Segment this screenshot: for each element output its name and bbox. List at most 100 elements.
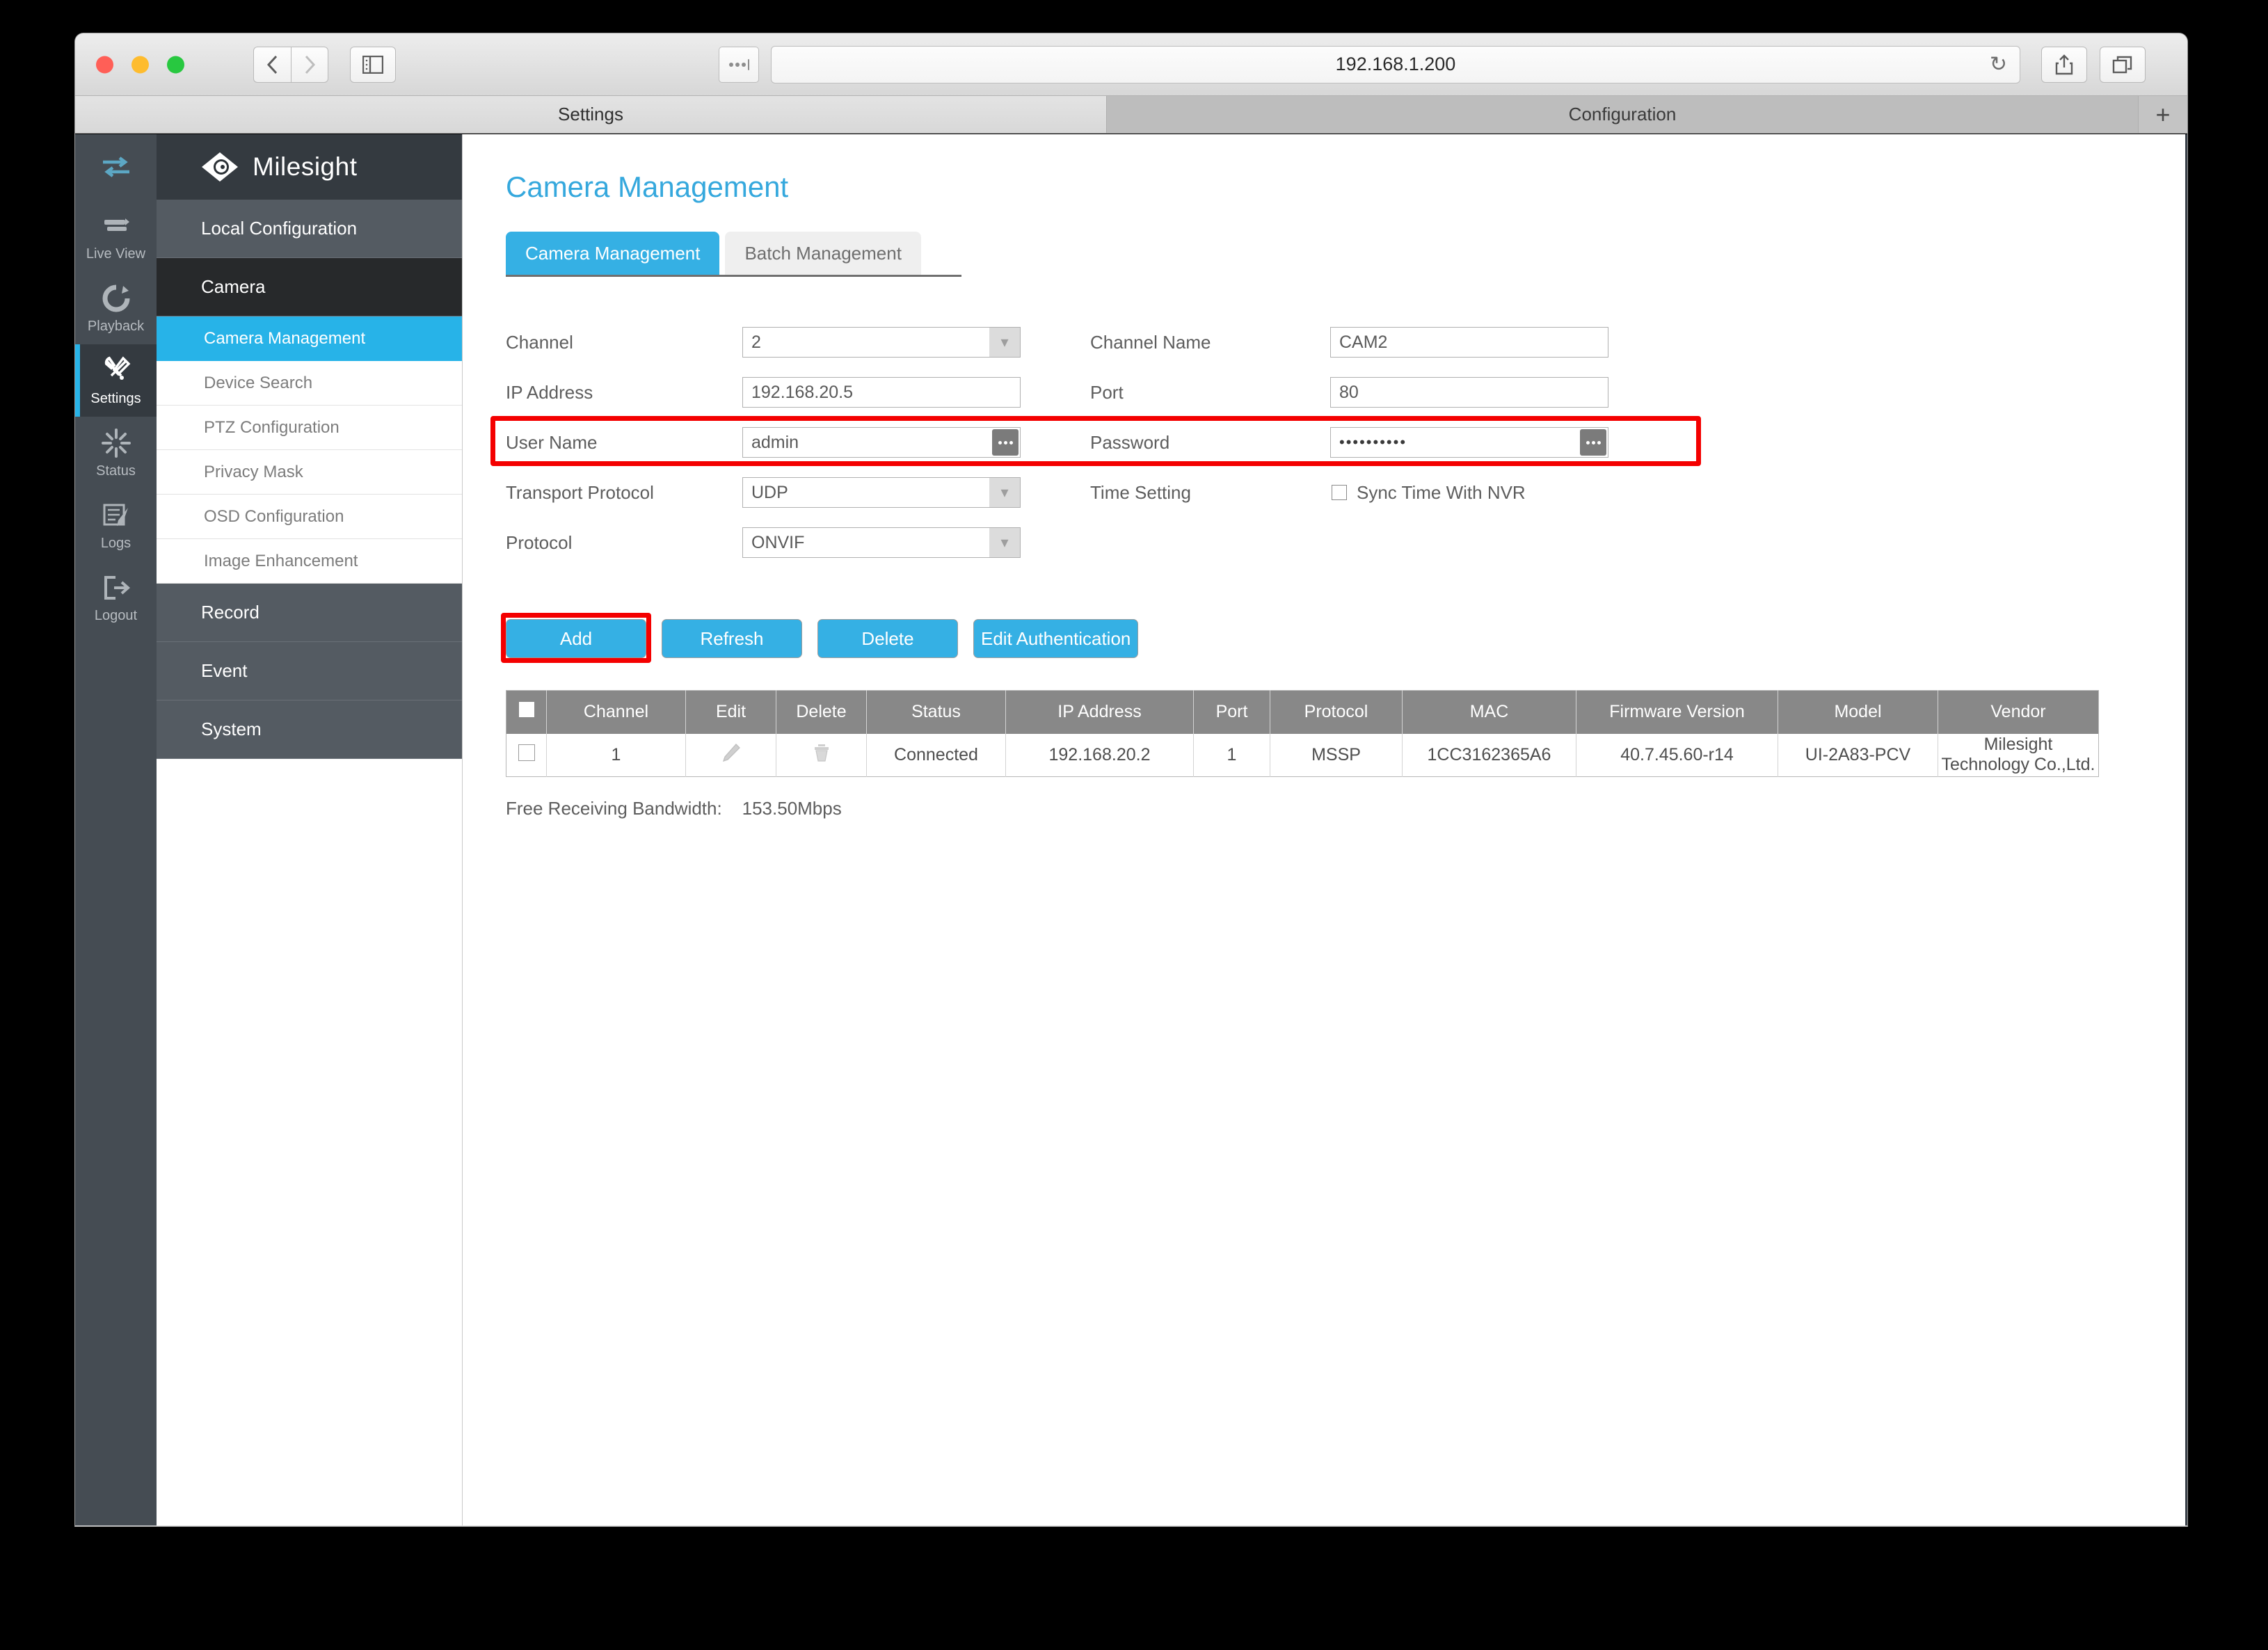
refresh-button[interactable]: Refresh <box>662 619 802 658</box>
protocol-label: Protocol <box>506 532 742 554</box>
add-button[interactable]: Add <box>506 619 646 658</box>
row-select-cell[interactable] <box>506 734 547 777</box>
button-label: Delete <box>861 628 913 650</box>
delete-button[interactable]: Delete <box>817 619 958 658</box>
rail-item-logs[interactable]: Logs <box>75 489 157 561</box>
select-all-checkbox[interactable] <box>519 702 534 717</box>
nav-sidebar: Milesight Local Configuration Camera Cam… <box>157 134 463 1525</box>
transport-protocol-label: Transport Protocol <box>506 482 742 504</box>
new-tab-button[interactable]: + <box>2139 96 2187 133</box>
tab-overview-icon <box>2112 55 2133 74</box>
reload-icon[interactable]: ↻ <box>1990 54 2007 75</box>
sidebar-item-image-enhancement[interactable]: Image Enhancement <box>157 539 462 584</box>
username-value: admin <box>751 433 799 453</box>
channel-name-label: Channel Name <box>1090 332 1330 353</box>
sidebar-item-device-search[interactable]: Device Search <box>157 361 462 406</box>
brand-text: Milesight <box>253 152 358 182</box>
form-row-channel: Channel 2 ▾ Channel Name CAM2 <box>506 317 1723 367</box>
more-options-icon[interactable] <box>1580 429 1606 456</box>
protocol-select[interactable]: ONVIF ▾ <box>742 527 1021 558</box>
tab-camera-management[interactable]: Camera Management <box>506 232 719 275</box>
rail-item-label: Live View <box>86 246 145 262</box>
tab-configuration[interactable]: Configuration <box>1107 96 2139 133</box>
live-view-icon <box>100 210 132 242</box>
edit-authentication-button[interactable]: Edit Authentication <box>973 619 1138 658</box>
button-label: Add <box>560 628 592 650</box>
camera-form: Channel 2 ▾ Channel Name CAM2 <box>506 317 1723 568</box>
rail-item-playback[interactable]: Playback <box>75 272 157 344</box>
url-text: 192.168.1.200 <box>1336 54 1456 75</box>
column-select-all[interactable] <box>506 691 547 734</box>
table-row[interactable]: 1 Connec <box>506 734 2099 777</box>
cell-firmware-version: 40.7.45.60-r14 <box>1576 734 1778 777</box>
rail-item-label: Playback <box>88 319 144 335</box>
password-value: •••••••••• <box>1339 433 1407 451</box>
sidebar-group-event[interactable]: Event <box>157 642 462 700</box>
transport-protocol-select[interactable]: UDP ▾ <box>742 477 1021 508</box>
sidebar-group-system[interactable]: System <box>157 700 462 759</box>
chevron-right-icon <box>303 54 317 76</box>
plus-icon: + <box>2155 102 2170 127</box>
sync-time-checkbox-row[interactable]: Sync Time With NVR <box>1330 482 1526 504</box>
rail-item-settings[interactable]: Settings <box>75 344 157 417</box>
sidebar-toggle-button[interactable] <box>350 47 396 83</box>
reader-view-button[interactable] <box>719 47 759 83</box>
channel-name-input[interactable]: CAM2 <box>1330 327 1608 358</box>
sidebar-item-label: Image Enhancement <box>204 552 358 571</box>
tab-settings[interactable]: Settings <box>75 96 1107 133</box>
sidebar-group-local-configuration[interactable]: Local Configuration <box>157 200 462 258</box>
cell-delete[interactable] <box>776 734 867 777</box>
password-input[interactable]: •••••••••• <box>1330 427 1608 458</box>
content-tabs: Camera Management Batch Management <box>506 232 961 277</box>
cell-edit[interactable] <box>686 734 776 777</box>
minimize-window-button[interactable] <box>131 56 149 73</box>
port-input[interactable]: 80 <box>1330 377 1608 408</box>
chevron-down-icon: ▾ <box>989 528 1020 557</box>
maximize-window-button[interactable] <box>167 56 184 73</box>
column-ip-address: IP Address <box>1006 691 1194 734</box>
sync-time-checkbox[interactable] <box>1332 485 1347 500</box>
username-input[interactable]: admin <box>742 427 1021 458</box>
sidebar-item-privacy-mask[interactable]: Privacy Mask <box>157 450 462 495</box>
logs-icon <box>100 499 132 531</box>
tab-label: Batch Management <box>744 243 901 264</box>
rail-item-live-view[interactable]: Live View <box>75 200 157 272</box>
rail-item-logout[interactable]: Logout <box>75 561 157 634</box>
ip-address-input[interactable]: 192.168.20.5 <box>742 377 1021 408</box>
password-label: Password <box>1090 432 1330 454</box>
tab-bar: Settings Configuration + <box>75 96 2187 134</box>
pencil-icon[interactable] <box>721 742 742 763</box>
sidebar-group-record[interactable]: Record <box>157 584 462 642</box>
tab-label: Configuration <box>1569 104 1677 125</box>
transfer-arrows-icon <box>100 151 132 183</box>
column-mac: MAC <box>1403 691 1576 734</box>
back-button[interactable] <box>253 47 291 83</box>
more-options-icon[interactable] <box>992 429 1019 456</box>
cell-status: Connected <box>867 734 1006 777</box>
browser-toolbar: 192.168.1.200 ↻ <box>75 33 2187 96</box>
main-content: Camera Management Camera Management Batc… <box>463 134 2187 1525</box>
address-bar[interactable]: 192.168.1.200 ↻ <box>771 46 2020 83</box>
form-row-credentials: User Name admin Password •••••••••• <box>506 417 1723 467</box>
share-button[interactable] <box>2041 47 2087 83</box>
trash-icon[interactable] <box>811 742 832 763</box>
ip-address-value: 192.168.20.5 <box>751 383 853 403</box>
close-window-button[interactable] <box>96 56 113 73</box>
button-label: Edit Authentication <box>981 628 1131 650</box>
sidebar-group-camera[interactable]: Camera <box>157 258 462 317</box>
column-status: Status <box>867 691 1006 734</box>
channel-select[interactable]: 2 ▾ <box>742 327 1021 358</box>
rail-item-status[interactable]: Status <box>75 417 157 489</box>
sidebar-item-osd-configuration[interactable]: OSD Configuration <box>157 495 462 539</box>
form-row-protocol: Protocol ONVIF ▾ <box>506 518 1723 568</box>
sidebar-item-label: OSD Configuration <box>204 507 344 527</box>
sidebar-group-label: Event <box>201 660 248 682</box>
sidebar-item-camera-management[interactable]: Camera Management <box>157 317 462 361</box>
sidebar-item-ptz-configuration[interactable]: PTZ Configuration <box>157 406 462 450</box>
row-checkbox[interactable] <box>518 744 535 761</box>
forward-button[interactable] <box>291 47 328 83</box>
tools-icon <box>100 355 132 387</box>
rail-item-transfer[interactable] <box>75 134 157 200</box>
tab-batch-management[interactable]: Batch Management <box>725 232 920 275</box>
tab-overview-button[interactable] <box>2100 47 2146 83</box>
